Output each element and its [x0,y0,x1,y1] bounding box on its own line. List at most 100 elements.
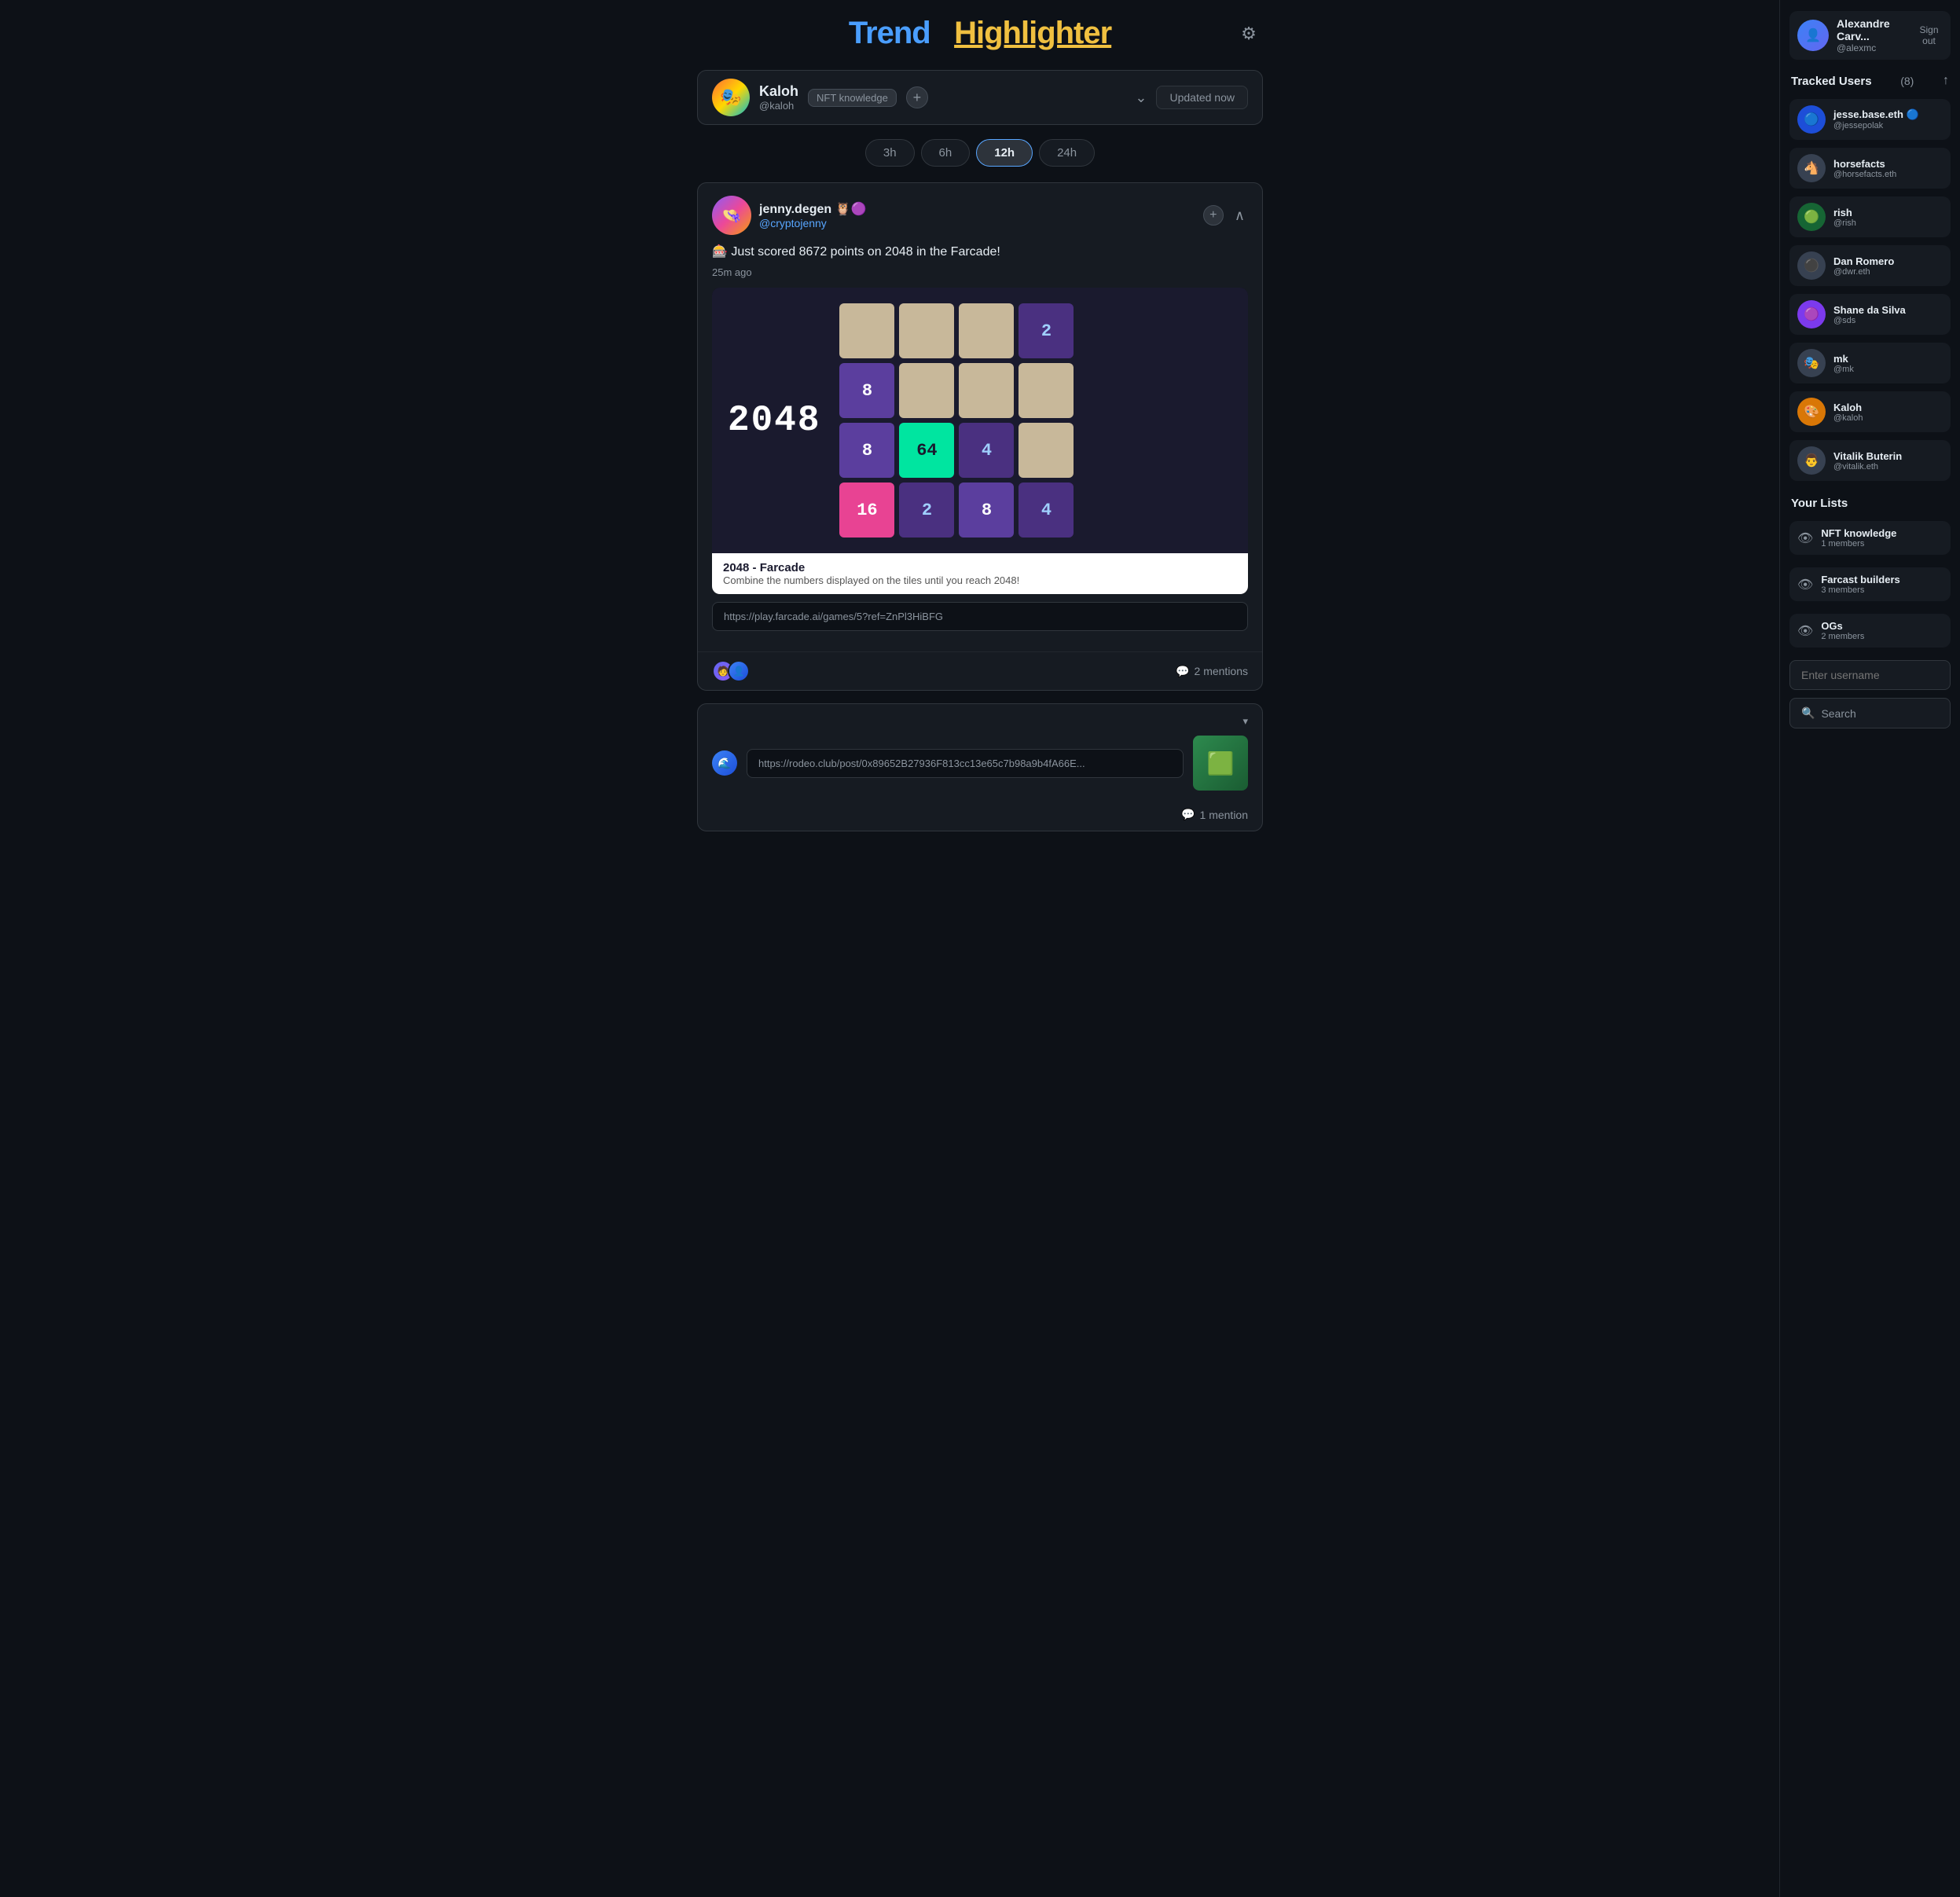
tracked-users-count: (8) [1900,75,1914,87]
post-collapse-icon[interactable]: ∧ [1231,207,1248,224]
post2-link[interactable]: https://rodeo.club/post/0x89652B27936F81… [747,749,1184,778]
tracked-handle-vitalik: @vitalik.eth [1833,462,1902,471]
list-item-count-farcast: 3 members [1821,585,1899,595]
tab-6h[interactable]: 6h [921,139,971,167]
tracked-users-section-header: Tracked Users (8) ↑ [1789,71,1951,91]
tracked-handle-kaloh: @kaloh [1833,413,1863,423]
tracked-user-vitalik[interactable]: 👨 Vitalik Buterin @vitalik.eth [1789,440,1951,481]
sidebar-user-handle: @alexmc [1837,42,1907,53]
post-card-2: ▾ 🌊 https://rodeo.club/post/0x89652B2793… [697,703,1263,831]
search-label: Search [1821,707,1855,720]
search-icon: 🔍 [1801,706,1815,720]
tracked-user-horsefacts[interactable]: 🐴 horsefacts @horsefacts.eth [1789,148,1951,189]
tracked-avatar-horsefacts: 🐴 [1797,154,1826,182]
tracked-handle-dan: @dwr.eth [1833,267,1894,277]
mention-avatar-2: 👤 [728,660,750,682]
post2-content: 🌊 https://rodeo.club/post/0x89652B27936F… [698,736,1262,802]
game-tile: 4 [1019,483,1074,538]
tab-3h[interactable]: 3h [865,139,915,167]
tracked-handle-horsefacts: @horsefacts.eth [1833,170,1896,179]
list-chevron-icon[interactable]: ⌄ [1135,90,1147,106]
tracked-user-dan[interactable]: ⚫ Dan Romero @dwr.eth [1789,245,1951,286]
game-tile: 8 [839,423,894,478]
tracked-users-collapse-icon[interactable]: ↑ [1943,74,1949,88]
post2-mention-count: 1 mention [1200,809,1248,821]
username-input[interactable] [1789,660,1951,690]
search-button[interactable]: 🔍 Search [1789,698,1951,728]
tracked-user-shane[interactable]: 🟣 Shane da Silva @sds [1789,294,1951,335]
tab-12h[interactable]: 12h [976,139,1033,167]
game-info-title: 2048 - Farcade [723,561,1237,574]
post-body: 🎰 Just scored 8672 points on 2048 in the… [698,243,1262,651]
list-item-ogs[interactable]: 👁 OGs 2 members [1789,614,1951,648]
post2-collapse-icon[interactable]: ▾ [1242,715,1248,728]
list-item-nft[interactable]: 👁 NFT knowledge 1 members [1789,521,1951,555]
post2-avatar: 🌊 [712,750,737,776]
list-handle: @kaloh [759,100,798,112]
post-footer: 🧑 👤 💬 2 mentions [698,651,1262,690]
settings-icon[interactable]: ⚙ [1235,20,1263,48]
list-tag[interactable]: NFT knowledge [808,89,897,107]
sidebar-user-name: Alexandre Carv... [1837,17,1907,42]
sign-out-button[interactable]: Sign out [1915,24,1943,46]
list-item-name-ogs: OGs [1821,620,1864,632]
list-selector: 🎭 Kaloh @kaloh NFT knowledge + ⌄ Updated… [697,70,1263,125]
tracked-avatar-dan: ⚫ [1797,251,1826,280]
post-add-button[interactable]: + [1203,205,1224,226]
game-info-desc: Combine the numbers displayed on the til… [723,574,1237,586]
post-avatar-img: 👒 [712,196,751,235]
post-username: jenny.degen 🦉🟣 [759,201,1195,217]
list-eye-icon-nft: 👁 [1797,530,1813,546]
tracked-user-rish[interactable]: 🟢 rish @rish [1789,196,1951,237]
game-tile: 4 [959,423,1014,478]
tracked-user-jesse[interactable]: 🔵 jesse.base.eth 🔵 @jessepolak [1789,99,1951,140]
tracked-user-kaloh[interactable]: 🎨 Kaloh @kaloh [1789,391,1951,432]
sidebar: 👤 Alexandre Carv... @alexmc Sign out Tra… [1779,0,1960,1897]
tracked-avatar-kaloh: 🎨 [1797,398,1826,426]
tracked-handle-jesse: @jessepolak [1833,121,1919,130]
tab-24h[interactable]: 24h [1039,139,1095,167]
game-tile [839,303,894,358]
tracked-handle-rish: @rish [1833,218,1856,228]
mention-bubble-icon: 💬 [1176,665,1189,678]
tracked-handle-shane: @sds [1833,316,1906,325]
logo-highlighter: Highlighter [954,16,1111,50]
post-card: 👒 jenny.degen 🦉🟣 @cryptojenny + ∧ 🎰 Just… [697,182,1263,691]
list-item-name-nft: NFT knowledge [1821,527,1896,539]
list-item-farcast[interactable]: 👁 Farcast builders 3 members [1789,567,1951,601]
game-tile [899,303,954,358]
logo-trend: Trend [849,16,930,50]
tracked-user-mk[interactable]: 🎭 mk @mk [1789,343,1951,383]
mention-count: 2 mentions [1195,665,1248,677]
game-title: 2048 [728,400,820,441]
game-tile [959,363,1014,418]
updated-badge: Updated now [1156,86,1248,109]
list-item-count-ogs: 2 members [1821,632,1864,641]
tracked-name-dan: Dan Romero [1833,255,1894,267]
game-embed: 2048 28864416284 2048 - Farcade Combine … [712,288,1248,594]
tracked-name-horsefacts: horsefacts [1833,158,1896,170]
list-username: Kaloh [759,83,798,100]
tracked-avatar-jesse: 🔵 [1797,105,1826,134]
logo: Trend Highlighter [849,16,1111,51]
game-tile [1019,363,1074,418]
game-tile: 2 [1019,303,1074,358]
post-mentions: 💬 2 mentions [1176,665,1248,678]
list-item-count-nft: 1 members [1821,539,1896,549]
post-handle[interactable]: @cryptojenny [759,217,1195,229]
post-link[interactable]: https://play.farcade.ai/games/5?ref=ZnPl… [712,602,1248,631]
sidebar-user: 👤 Alexandre Carv... @alexmc Sign out [1789,11,1951,60]
list-user-info: Kaloh @kaloh [759,83,798,112]
post2-footer: 💬 1 mention [698,802,1262,831]
header: Trend Highlighter ⚙ [697,16,1263,51]
tracked-name-jesse: jesse.base.eth 🔵 [1833,108,1919,121]
post-user-info: jenny.degen 🦉🟣 @cryptojenny [759,201,1195,229]
tracked-avatar-rish: 🟢 [1797,203,1826,231]
time-tabs: 3h 6h 12h 24h [865,139,1095,167]
post-text: 🎰 Just scored 8672 points on 2048 in the… [712,243,1248,262]
tracked-name-kaloh: Kaloh [1833,402,1863,413]
game-info: 2048 - Farcade Combine the numbers displ… [712,553,1248,594]
game-tile: 16 [839,483,894,538]
add-to-list-button[interactable]: + [906,86,928,108]
list-eye-icon-farcast: 👁 [1797,577,1813,593]
